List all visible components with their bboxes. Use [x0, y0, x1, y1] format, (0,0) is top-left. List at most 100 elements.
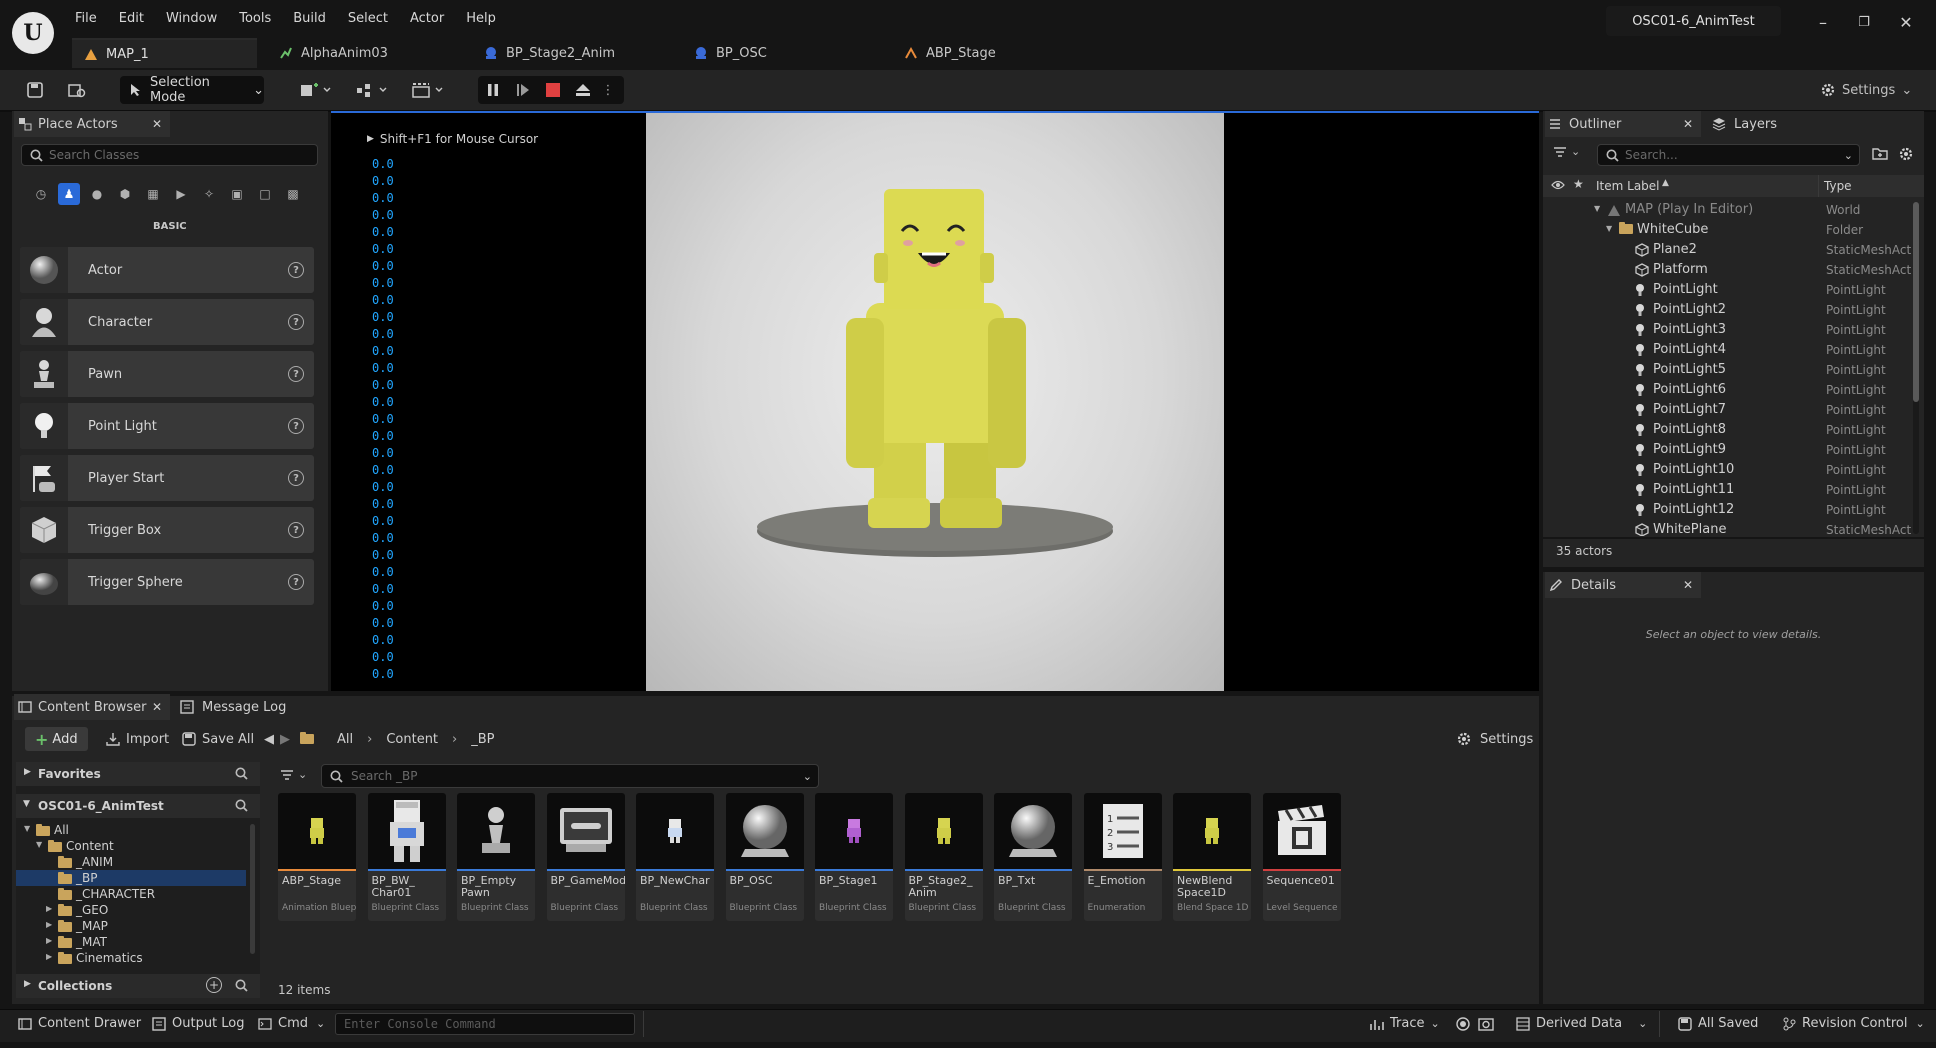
outliner-filter-button[interactable]: ⌄	[1553, 145, 1580, 158]
tab-abp-stage[interactable]: ABP_Stage	[892, 38, 1077, 68]
breadcrumb-content[interactable]: Content	[386, 732, 438, 747]
eject-icon[interactable]	[568, 83, 598, 97]
folder-tree-item[interactable]: ▶ _MAT	[16, 934, 246, 950]
outliner-row[interactable]: PointLight9 PointLight	[1543, 440, 1911, 460]
volumes-category-icon[interactable]: ✧	[198, 183, 220, 205]
outliner-row[interactable]: PointLight11 PointLight	[1543, 480, 1911, 500]
breadcrumb-bp[interactable]: _BP	[471, 732, 494, 747]
caret-right-icon[interactable]: ▶	[46, 920, 52, 929]
outliner-row[interactable]: ▼ WhiteCube Folder	[1543, 220, 1911, 240]
outliner-row[interactable]: PointLight2 PointLight	[1543, 300, 1911, 320]
settings-button[interactable]: Settings ⌄	[1820, 76, 1912, 104]
record-icon[interactable]	[1455, 1016, 1471, 1032]
outliner-row[interactable]: ▼ MAP (Play In Editor) World	[1543, 200, 1911, 220]
outliner-settings-icon[interactable]	[1898, 146, 1914, 162]
actor-item-point-light[interactable]: Point Light ?	[20, 403, 314, 449]
pause-icon[interactable]	[478, 83, 508, 97]
help-icon[interactable]: ?	[288, 574, 304, 590]
outliner-row[interactable]: Plane2 StaticMeshAct	[1543, 240, 1911, 260]
asset-tile[interactable]: BP_OSC Blueprint Class	[725, 793, 804, 921]
asset-tile[interactable]: BP_Empty Pawn Blueprint Class	[457, 793, 535, 921]
caret-down-icon[interactable]: ▼	[36, 840, 42, 849]
tab-alphaanim03[interactable]: AlphaAnim03	[267, 38, 452, 68]
unreal-logo-icon[interactable]: U	[12, 12, 54, 54]
save-icon[interactable]	[22, 76, 48, 104]
outliner-row[interactable]: PointLight5 PointLight	[1543, 360, 1911, 380]
outliner-row[interactable]: WhitePlane StaticMeshAct	[1543, 520, 1911, 536]
outliner-row[interactable]: Platform StaticMeshAct	[1543, 260, 1911, 280]
asset-tile[interactable]: BP_Stage1 Blueprint Class	[815, 793, 893, 921]
column-type[interactable]: Type	[1824, 179, 1852, 193]
expand-arrow-icon[interactable]: ▼	[1594, 204, 1600, 213]
screenshot-icon[interactable]	[1478, 1016, 1494, 1032]
content-settings-button[interactable]: Settings	[1456, 727, 1533, 751]
revision-control-dropdown[interactable]: Revision Control ⌄	[1782, 1016, 1925, 1031]
close-icon[interactable]: ✕	[152, 117, 162, 131]
favorites-header[interactable]: ▶ Favorites	[16, 762, 260, 786]
caret-right-icon[interactable]: ▶	[46, 904, 52, 913]
cmd-dropdown[interactable]: Cmd ⌄	[258, 1016, 325, 1031]
more-options-icon[interactable]: ⋮	[598, 83, 618, 98]
tab-layers[interactable]: Layers	[1712, 111, 1777, 137]
column-item-label[interactable]: Item Label	[1596, 179, 1660, 193]
add-actor-icon[interactable]	[296, 76, 336, 104]
minimize-icon[interactable]: –	[1811, 10, 1835, 34]
outliner-search-input[interactable]: Search... ⌄	[1597, 144, 1860, 166]
asset-tile[interactable]: BP_Txt Blueprint Class	[994, 793, 1072, 921]
level-viewport[interactable]: ▶ Shift+F1 for Mouse Cursor	[331, 111, 1539, 691]
tab-outliner[interactable]: Outliner ✕	[1545, 111, 1701, 137]
output-log-button[interactable]: Output Log	[152, 1016, 245, 1031]
folder-tree-item[interactable]: ▼ All	[16, 822, 246, 838]
actor-item-trigger-sphere[interactable]: Trigger Sphere ?	[20, 559, 314, 605]
asset-tile[interactable]: NewBlend Space1D Blend Space 1D	[1173, 793, 1251, 921]
all-classes-category-icon[interactable]: □	[254, 183, 276, 205]
folder-tree-item[interactable]: _CHARACTER	[16, 886, 246, 902]
search-icon[interactable]	[235, 979, 248, 992]
console-command-input[interactable]: Enter Console Command	[335, 1013, 635, 1035]
menu-file[interactable]: File	[75, 11, 97, 26]
recent-icon[interactable]: ◷	[30, 183, 52, 205]
asset-filter-button[interactable]: ⌄	[280, 768, 307, 781]
folder-tree-item[interactable]: ▶ _MAP	[16, 918, 246, 934]
tab-map-1[interactable]: MAP_1	[72, 38, 257, 68]
content-browse-icon[interactable]	[64, 76, 90, 104]
shapes-category-icon[interactable]: ⬢	[114, 183, 136, 205]
outliner-row[interactable]: PointLight3 PointLight	[1543, 320, 1911, 340]
save-all-button[interactable]: Save All	[182, 727, 254, 751]
folder-tree-item[interactable]: _BP	[16, 870, 246, 886]
asset-tile[interactable]: Sequence01 Level Sequence	[1262, 793, 1341, 921]
close-icon[interactable]: ✕	[1683, 578, 1693, 592]
tab-message-log[interactable]: Message Log	[180, 694, 286, 720]
asset-tile[interactable]: 1 2 3 E_Emotion Enumeration	[1083, 793, 1162, 921]
tab-bp-osc[interactable]: BP_OSC	[682, 38, 867, 68]
help-icon[interactable]: ?	[288, 470, 304, 486]
folder-tree-item[interactable]: _ANIM	[16, 854, 246, 870]
add-folder-icon[interactable]	[1872, 146, 1888, 160]
expand-arrow-icon[interactable]: ▼	[1606, 224, 1612, 233]
asset-tile[interactable]: BP_NewChar Blueprint Class	[636, 793, 714, 921]
help-icon[interactable]: ?	[288, 418, 304, 434]
selection-mode-dropdown[interactable]: Selection Mode ⌄	[120, 75, 264, 105]
project-header[interactable]: ▼ OSC01-6_AnimTest	[16, 794, 260, 818]
cinematics-icon[interactable]	[408, 76, 448, 104]
menu-select[interactable]: Select	[348, 11, 388, 26]
actor-item-pawn[interactable]: Pawn ?	[20, 351, 314, 397]
folder-tree-item[interactable]: ▶ Cinematics	[16, 950, 246, 966]
menu-edit[interactable]: Edit	[119, 11, 144, 26]
frame-skip-icon[interactable]	[508, 83, 538, 97]
asset-tile[interactable]: BP_Stage2_ Anim Blueprint Class	[904, 793, 983, 921]
collections-header[interactable]: ▶ Collections +	[16, 974, 260, 998]
add-button[interactable]: + Add	[25, 727, 88, 751]
derived-data-dropdown[interactable]: Derived Data ⌄	[1516, 1016, 1647, 1031]
pin-star-icon[interactable]: ★	[1573, 177, 1584, 191]
menu-actor[interactable]: Actor	[410, 11, 444, 26]
asset-tile[interactable]: BP_BW_ Char01 Blueprint Class	[367, 793, 446, 921]
caret-down-icon[interactable]: ▼	[24, 824, 30, 833]
tab-place-actors[interactable]: Place Actors ✕	[14, 111, 170, 137]
geometry-category-icon[interactable]: ▣	[226, 183, 248, 205]
content-drawer-button[interactable]: Content Drawer	[18, 1016, 141, 1031]
tab-content-browser[interactable]: Content Browser ✕	[14, 694, 170, 720]
outliner-row[interactable]: PointLight7 PointLight	[1543, 400, 1911, 420]
outliner-row[interactable]: PointLight8 PointLight	[1543, 420, 1911, 440]
cinematic-category-icon[interactable]: ▦	[142, 183, 164, 205]
